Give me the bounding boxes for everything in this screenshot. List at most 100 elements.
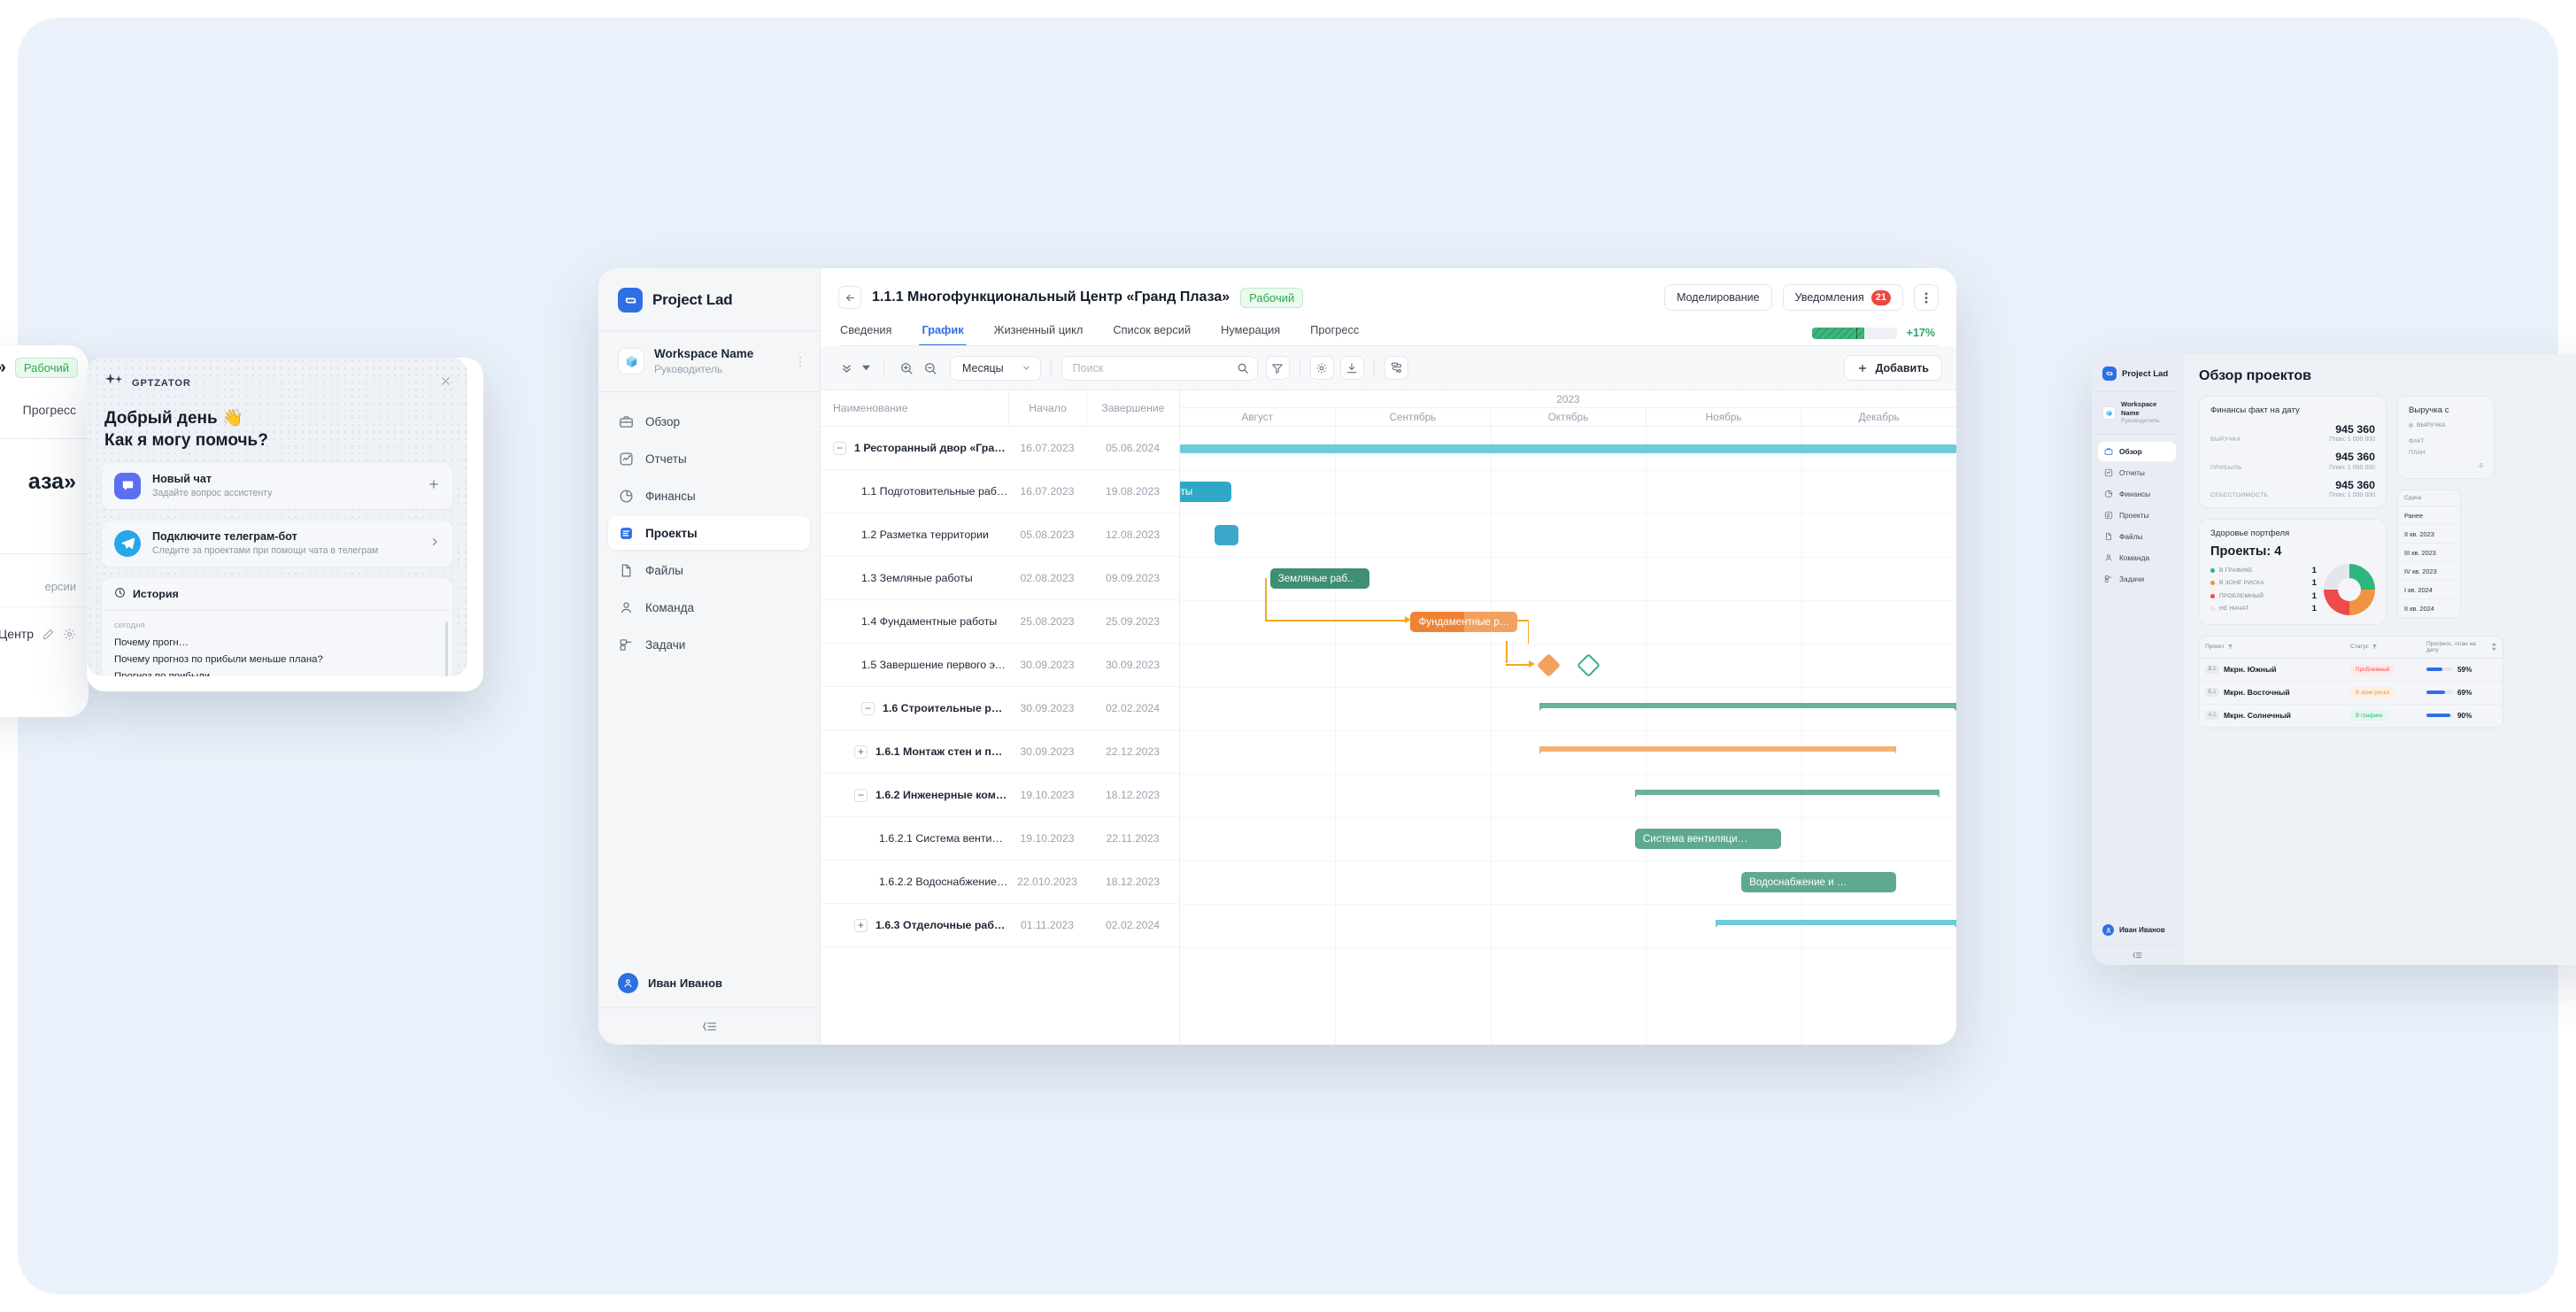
bg-tab-progress[interactable]: Прогресс [23, 403, 76, 417]
chat-history-scrollbar[interactable] [445, 621, 448, 676]
table-row[interactable]: +1.6.1 Монтаж стен и перек… 30.09.2023 22.… [821, 730, 1179, 774]
gear-icon[interactable] [1309, 356, 1334, 380]
filter-icon[interactable] [1265, 356, 1290, 380]
sidebar-item-otchety[interactable]: Отчеты [608, 442, 810, 475]
timeline-body: …ные работы Земляные раб.. Фундаментные р…… [1180, 427, 1956, 1045]
search-box[interactable] [1060, 355, 1258, 381]
table-row[interactable]: 1.3 Земляные работы 02.08.2023 09.09.2023 [821, 557, 1179, 600]
finance-plan: План: 1 000 000 [2329, 436, 2375, 444]
gantt-bar[interactable]: Земляные раб.. [1269, 568, 1369, 589]
row-toggle[interactable]: + [854, 745, 868, 759]
dashboard-nav-item[interactable]: Проекты [2098, 506, 2176, 525]
dashboard-nav-item[interactable]: Команда [2098, 548, 2176, 567]
table-row[interactable]: В.1 Мкрн. Южный Проблемный 59% [2200, 659, 2503, 682]
table-row[interactable]: 1.2 Разметка территории 05.08.2023 12.08.2… [821, 513, 1179, 557]
table-row[interactable]: 1.5 Завершение первого этапа… 30.09.2023 3… [821, 644, 1179, 687]
table-row[interactable]: +1.6.3 Отделочные работы 01.11.2023 02.02.… [821, 904, 1179, 947]
dashboard-nav-item[interactable]: Задачи [2098, 569, 2176, 589]
workspace-selector[interactable]: Workspace Name Руководитель ⋮ [598, 331, 820, 391]
plus-icon[interactable] [428, 478, 440, 494]
sidebar-user[interactable]: Иван Иванов [598, 961, 820, 1007]
gantt-bar[interactable]: Водоснабжение и … [1741, 872, 1897, 892]
dashboard-collapse-button[interactable] [2092, 944, 2182, 965]
telegram-bot-card[interactable]: Подключите телеграм-бот Следите за проек… [101, 519, 453, 567]
table-row[interactable]: А.1 Мкрн. Солнечный В графике 90% [2200, 705, 2503, 728]
gantt-milestone-diamond[interactable] [1576, 653, 1600, 677]
sidebar-item-obzor[interactable]: Обзор [608, 405, 810, 438]
row-toggle[interactable]: − [854, 788, 868, 802]
gantt-milestone-diamond[interactable] [1536, 653, 1561, 677]
gantt-summary-bar[interactable] [1539, 703, 1956, 711]
modeling-button[interactable]: Моделирование [1664, 284, 1772, 311]
caret-down-icon[interactable] [859, 356, 874, 380]
gantt-summary-bar[interactable] [1716, 920, 1956, 928]
close-icon[interactable] [440, 375, 451, 391]
sidebar-item-finansy[interactable]: Финансы [608, 479, 810, 513]
table-row[interactable]: 1.6.2.2 Водоснабжение и… 22.010.2023 18.12… [821, 861, 1179, 904]
gantt-bar[interactable]: …ные работы [1180, 482, 1231, 502]
dependencies-icon[interactable] [1384, 356, 1408, 380]
telegram-icon [114, 529, 141, 557]
history-item[interactable]: Почему прогн… [114, 635, 440, 652]
tab-zhiznennyj-cikl[interactable]: Жизненный цикл [979, 323, 1099, 346]
dashboard-nav-item[interactable]: Файлы [2098, 527, 2176, 546]
add-button[interactable]: Добавить [1844, 355, 1942, 381]
workspace-menu-icon[interactable]: ⋮ [794, 354, 807, 369]
gantt-summary-bar[interactable] [1539, 746, 1897, 754]
projects-col-status[interactable]: Статус [2345, 637, 2421, 658]
dashboard-nav-item[interactable]: Отчеты [2098, 463, 2176, 482]
table-row[interactable]: −1.6.2 Инженерные коммун… 19.10.2023 18.12… [821, 774, 1179, 817]
history-item[interactable]: Прогноз по прибыли [114, 668, 440, 676]
sidebar-nav: Обзор Отчеты Финансы Проекты Файлы Коман… [598, 392, 820, 961]
chevron-right-icon[interactable] [429, 536, 440, 551]
pencil-icon[interactable] [42, 628, 55, 641]
gantt-bar[interactable] [1180, 444, 1956, 453]
tab-spisok-versij[interactable]: Список версий [1098, 323, 1206, 346]
back-button[interactable] [838, 286, 861, 309]
timescale-select[interactable]: Месяцы [950, 355, 1041, 381]
dashboard-nav-item[interactable]: Финансы [2098, 484, 2176, 504]
zoom-out-icon[interactable] [918, 356, 942, 380]
gantt-bar[interactable]: Фундаментные р… [1410, 612, 1518, 632]
row-toggle[interactable]: + [854, 918, 868, 932]
table-row[interactable]: −1 Ресторанный двор «Гранд Да… 16.07.2023… [821, 427, 1179, 470]
new-chat-card[interactable]: Новый чат Задайте вопрос ассистенту [101, 461, 453, 510]
sidebar-item-zadachi[interactable]: Задачи [608, 628, 810, 661]
table-row[interactable]: 1.1 Подготовительные работы 16.07.2023 19.… [821, 470, 1179, 513]
gantt-bar[interactable]: Система вентиляци… [1634, 829, 1781, 849]
gantt-summary-bar[interactable] [1634, 790, 1940, 798]
row-toggle[interactable]: − [861, 701, 875, 715]
table-row[interactable]: Б.1 Мкрн. Восточный В зоне риска 69% [2200, 682, 2503, 705]
history-item[interactable]: Почему прогноз по прибыли меньше плана? [114, 652, 440, 668]
gantt-bar[interactable] [1215, 525, 1238, 545]
dashboard-brand[interactable]: Project Lad [2092, 354, 2182, 391]
search-icon[interactable] [1237, 362, 1249, 374]
gear-icon[interactable] [63, 628, 76, 641]
chevrons-down-icon[interactable] [835, 356, 859, 380]
dashboard-user[interactable]: Иван Иванов [2092, 916, 2182, 944]
table-row[interactable]: 1.6.2.1 Система вентиляц… 19.10.2023 22.11… [821, 817, 1179, 861]
dashboard-nav-item[interactable]: Обзор [2098, 441, 2176, 461]
zoom-in-icon[interactable] [894, 356, 918, 380]
sidebar-item-komanda[interactable]: Команда [608, 590, 810, 624]
notifications-button[interactable]: Уведомления 21 [1782, 284, 1903, 311]
sidebar-collapse-button[interactable] [598, 1007, 820, 1045]
row-toggle[interactable]: − [833, 441, 846, 455]
dashboard-workspace[interactable]: Workspace Name Руководитель [2092, 392, 2182, 434]
table-row[interactable]: 1.4 Фундаментные работы 25.08.2023 25.09.2… [821, 600, 1179, 644]
sidebar-item-proekty[interactable]: Проекты [608, 516, 810, 551]
tab-numeraciya[interactable]: Нумерация [1206, 323, 1295, 346]
search-input[interactable] [1072, 361, 1231, 374]
download-icon[interactable] [1339, 356, 1364, 380]
brand[interactable]: Project Lad [598, 268, 820, 330]
tab-progress[interactable]: Прогресс [1295, 323, 1374, 346]
projects-col-progress[interactable]: Прогресс, план на дату [2421, 637, 2503, 658]
tab-svedeniya[interactable]: Сведения [838, 323, 906, 346]
projects-col-project[interactable]: Проект [2200, 637, 2345, 658]
plus-icon [1859, 364, 1867, 372]
cell-name: 1.3 Земляные работы [821, 572, 1008, 584]
more-options-button[interactable] [1914, 284, 1939, 311]
sidebar-item-fajly[interactable]: Файлы [608, 553, 810, 587]
tab-grafik[interactable]: График [906, 323, 978, 346]
table-row[interactable]: −1.6 Строительные работы 30.09.2023 02.02.… [821, 687, 1179, 730]
